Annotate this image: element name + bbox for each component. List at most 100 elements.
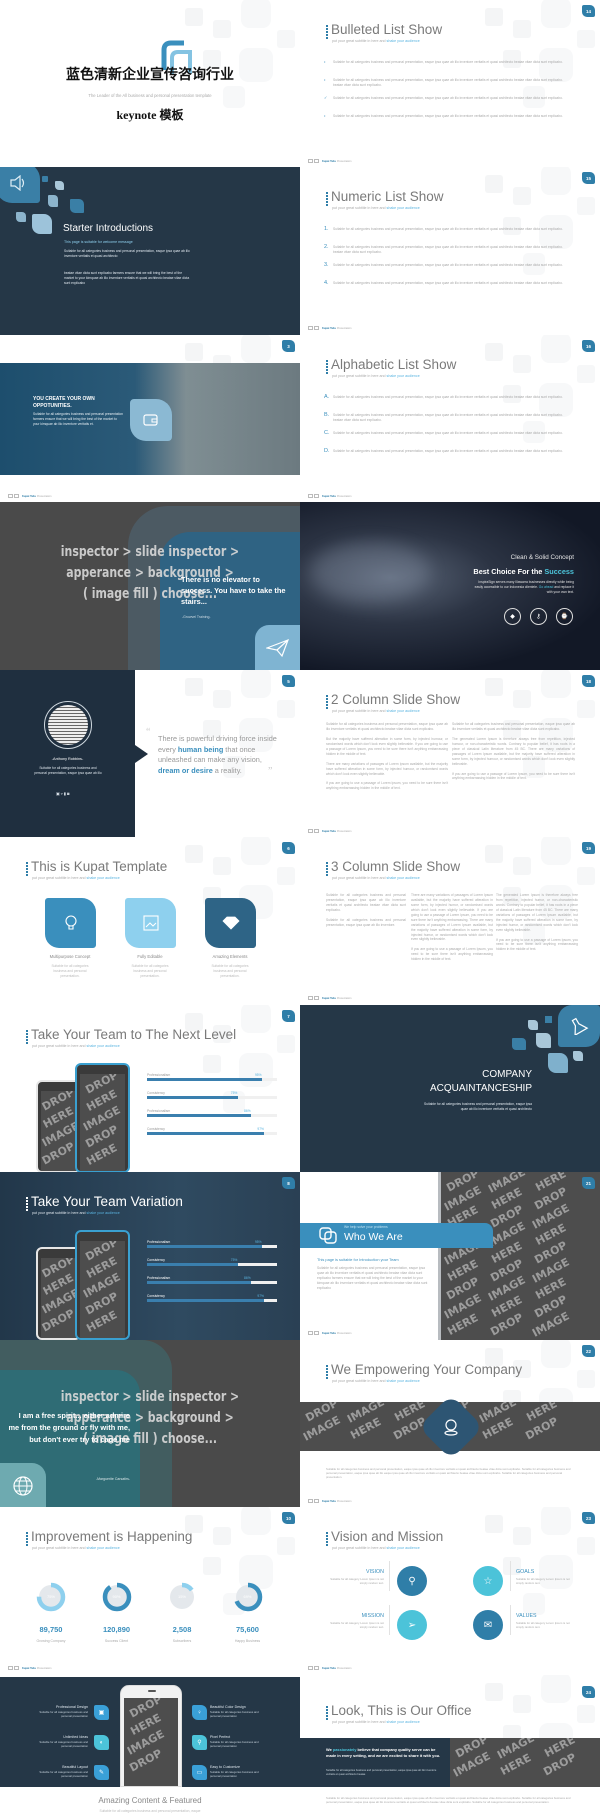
title-accent bbox=[326, 1532, 328, 1547]
slide-opportunities[interactable]: 3 YOU CREATE YOUR OWN OPPOTUNITIES. Suit… bbox=[0, 335, 300, 503]
slide-number-badge: 15 bbox=[582, 172, 595, 184]
title-accent bbox=[326, 1365, 328, 1380]
feature-title: Pixel Perfect bbox=[210, 1735, 231, 1739]
decor-square bbox=[70, 199, 84, 213]
slide-number-badge: 22 bbox=[582, 1345, 595, 1357]
list-item-text: Suitable for all categories business and… bbox=[333, 60, 563, 64]
slide-subtitle: put your great subtitle in here and shak… bbox=[32, 1546, 120, 1550]
feature-desc: Suitable for all categories business and… bbox=[51, 964, 89, 978]
slide-subtitle: put your great subtitle in here and shak… bbox=[332, 709, 420, 713]
slide-subtitle: put your great subtitle in here and shak… bbox=[332, 876, 420, 880]
feature-title: Beautiful Color Design bbox=[210, 1705, 246, 1709]
progress-track bbox=[147, 1245, 277, 1248]
slide-empowering[interactable]: 22 We Empowering Your Company put your g… bbox=[300, 1340, 600, 1508]
slide-title: 3 Column Slide Show bbox=[331, 859, 461, 874]
quote-author: -Growvel Training- bbox=[182, 615, 211, 619]
list-item-text: Suitable for all categories business and… bbox=[333, 78, 563, 87]
slide-subtitle: put your great subtitle in here and shak… bbox=[32, 1044, 120, 1048]
feather-icon: ✎ bbox=[94, 1765, 109, 1780]
slide-company-acquaintanceship[interactable]: COMPANY ACQUAINTANCESHIP Suitable for al… bbox=[300, 1005, 600, 1173]
drop-image-placeholder-text: DROP HERE IMAGE DROP HERE bbox=[80, 1241, 125, 1338]
paragraph: But the majority have suffered alteratio… bbox=[326, 736, 448, 756]
image-placeholder[interactable]: DROPIMAGEHEREIMAGEHEREDROPHEREDROPIMAGED… bbox=[438, 1172, 600, 1340]
slide-subtitle: put your great subtitle in here and shak… bbox=[332, 39, 420, 43]
text-column: There are many variations of passages of… bbox=[411, 893, 493, 967]
slide-title: Bulleted List Show bbox=[331, 22, 443, 37]
body-text: Suitable for all categories business and… bbox=[317, 1266, 428, 1290]
slide-3-column[interactable]: 19 3 Column Slide Show put your great su… bbox=[300, 837, 600, 1005]
progress-track bbox=[147, 1078, 277, 1081]
slide-who-we-are[interactable]: DROPIMAGEHEREIMAGEHEREDROPHEREDROPIMAGED… bbox=[300, 1172, 600, 1340]
title-accent bbox=[326, 25, 328, 40]
title-accent bbox=[326, 862, 328, 877]
slide-footer: Kupat Tabs Presentation bbox=[308, 159, 352, 163]
paragraph: The generated Lorem Ipsum is therefore a… bbox=[452, 736, 575, 766]
feature-label: Multipurpose Concept bbox=[49, 954, 91, 959]
slide-starter-introductions[interactable]: Starter Introductions This page is suita… bbox=[0, 167, 300, 335]
slide-numeric-list[interactable]: 15 Numeric List Show put your great subt… bbox=[300, 167, 600, 335]
item-label: MISSION bbox=[361, 1613, 384, 1619]
text-column: Suitable for all categories business and… bbox=[326, 893, 406, 933]
phone-mockup-front: DROP HERE IMAGE DROP HERE bbox=[75, 1230, 130, 1340]
feature-desc: Suitable for all categories business and… bbox=[211, 964, 249, 978]
bar-percent: 75% bbox=[230, 1258, 238, 1262]
slide-elevator-quote[interactable]: inspector > slide inspector > apperance … bbox=[0, 502, 300, 670]
search-icon: ⚲ bbox=[397, 1566, 427, 1596]
slide-cover[interactable]: 蓝色清新企业宣传咨询行业 The Leader of the All busin… bbox=[0, 0, 300, 168]
text-column: The generated Lorem Ipsum is therefore a… bbox=[496, 893, 578, 957]
slide-number-badge: 24 bbox=[582, 1686, 595, 1698]
quote-text: There is no elevator to success. You hav… bbox=[181, 575, 286, 607]
donut-percent: 15% bbox=[177, 1594, 186, 1599]
slide-kupat-template[interactable]: 6 This is Kupat Template put your great … bbox=[0, 837, 300, 1005]
progress-fill bbox=[147, 1281, 252, 1284]
feature-desc: Suitable for all categories business and… bbox=[210, 1710, 259, 1719]
slide-team-variation[interactable]: 8 Take Your Team Variation put your grea… bbox=[0, 1172, 300, 1340]
bar-percent: 95% bbox=[254, 1073, 262, 1077]
item-desc: Suitable for all category Lorem Ipsum is… bbox=[330, 1621, 384, 1630]
phone-mockup: DROP HERE IMAGE DROP bbox=[120, 1685, 182, 1787]
slide-bulleted-list[interactable]: 14 Bulleted List Show put your great sub… bbox=[300, 0, 600, 168]
key-icon: ⚷ bbox=[530, 608, 547, 625]
decor-square bbox=[512, 1038, 526, 1050]
slide-quote-anthony[interactable]: 5 -Anthony Robbins- Suitable for all cat… bbox=[0, 670, 300, 838]
slide-our-office[interactable]: 24 Look, This is Our Office put your gre… bbox=[300, 1675, 600, 1818]
title-accent bbox=[326, 1706, 328, 1721]
list-marker: 2. bbox=[324, 244, 329, 250]
slide-alphabetic-list[interactable]: 16 Alphabetic List Show put your great s… bbox=[300, 335, 600, 503]
slide-title: Vision and Mission bbox=[331, 1529, 444, 1544]
slide-team-next-level[interactable]: 7 Take Your Team to The Next Level put y… bbox=[0, 1005, 300, 1173]
diamond-icon: ◆ bbox=[504, 608, 521, 625]
slide-amazing-content[interactable]: DROP HERE IMAGE DROP Professional Design Sui… bbox=[0, 1675, 300, 1818]
slide-number-badge: 7 bbox=[282, 1010, 295, 1022]
description: Suitable for all categories business and… bbox=[424, 1102, 532, 1111]
paragraph: Suitable for all categories business and… bbox=[452, 722, 575, 731]
list-item-text: Suitable for all categories business and… bbox=[333, 114, 563, 118]
bar-percent: 86% bbox=[244, 1276, 251, 1280]
quote-author: -Marguerite Carsatirs- bbox=[95, 1477, 130, 1481]
list-item-text: Suitable for all categories business and… bbox=[333, 245, 563, 254]
image-placeholder[interactable]: DROP IMAGE HERE IMAGE HERE DROP bbox=[450, 1738, 600, 1787]
item-desc: Suitable for all category Lorem Ipsum is… bbox=[516, 1577, 570, 1586]
stat-value: 89,750 bbox=[39, 1625, 63, 1634]
cover-tagline: The Leader of the All business and perso… bbox=[88, 93, 212, 98]
background-text: inspector > slide inspector > bbox=[60, 544, 240, 560]
quote-text: I am a free spirit... either admire me f… bbox=[8, 1411, 130, 1444]
drop-image-placeholder-text: DROPIMAGEHEREIMAGEHEREDROPHEREDROPIMAGED… bbox=[441, 1172, 600, 1340]
feature-title: Professional Design bbox=[56, 1705, 88, 1709]
paragraph: The generated Lorem Ipsum is therefore a… bbox=[496, 893, 578, 932]
slide-free-spirit-quote[interactable]: inspector > slide inspector > apperance … bbox=[0, 1340, 300, 1508]
slide-improvement[interactable]: 10 Improvement is Happening put your gre… bbox=[0, 1507, 300, 1675]
title-accent bbox=[326, 695, 328, 710]
feature-desc: Suitable for all categories business and… bbox=[39, 1710, 88, 1719]
slide-title: Who We Are bbox=[344, 1231, 403, 1243]
social-icons[interactable]: ▣▿▮◙ bbox=[56, 791, 70, 796]
inbox-icon: ✉ bbox=[473, 1610, 503, 1640]
list-marker: C. bbox=[324, 430, 330, 436]
slide-2-column[interactable]: 18 2 Column Slide Show put your great su… bbox=[300, 670, 600, 838]
list-marker: • bbox=[324, 113, 326, 118]
hero-body: Suitable for all categories business and… bbox=[33, 412, 123, 426]
paragraph: If you are going to use a passage of Lor… bbox=[452, 771, 575, 781]
slide-clean-solid-concept[interactable]: Clean & Solid Concept Best Choice For th… bbox=[300, 502, 600, 670]
stat-label: Success Client bbox=[104, 1639, 129, 1643]
slide-vision-mission[interactable]: 23 Vision and Mission put your great sub… bbox=[300, 1507, 600, 1675]
